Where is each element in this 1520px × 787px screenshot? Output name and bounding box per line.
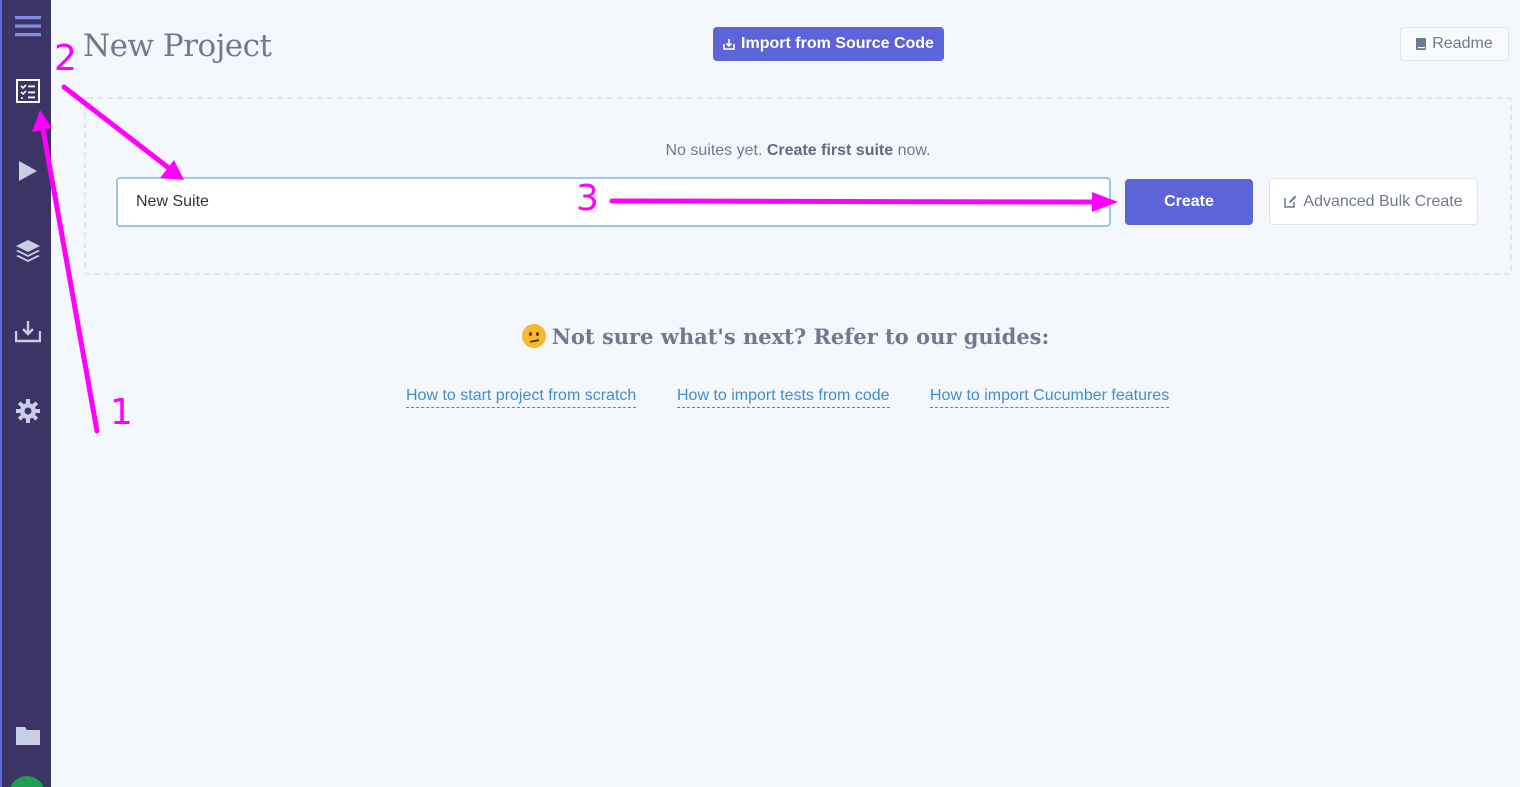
guide-link-import-cucumber[interactable]: How to import Cucumber features	[930, 387, 1170, 408]
readme-button[interactable]: Readme	[1400, 27, 1509, 61]
suite-title-input[interactable]	[116, 177, 1111, 227]
play-icon[interactable]	[2, 151, 53, 191]
empty-bold: Create first suite	[766, 142, 894, 159]
import-tray-icon	[723, 39, 735, 50]
page-title: New Project	[83, 28, 272, 64]
avatar[interactable]	[9, 776, 45, 787]
empty-suffix: now.	[897, 142, 931, 159]
guides-heading: Not sure what's next? Refer to our guide…	[0, 324, 1520, 349]
thinking-face-icon	[521, 324, 546, 348]
guide-link-import-from-code[interactable]: How to import tests from code	[677, 387, 890, 408]
annotation-label-2: 2	[54, 38, 77, 79]
import-button-label: Import from Source Code	[741, 35, 934, 52]
layers-icon[interactable]	[2, 231, 53, 271]
readme-button-label: Readme	[1432, 35, 1493, 52]
sidebar	[0, 0, 51, 787]
guide-link-start-from-scratch[interactable]: How to start project from scratch	[406, 387, 637, 408]
folder-icon[interactable]	[2, 715, 53, 755]
empty-suites-message: No suites yet. Create first suite now.	[86, 142, 1510, 160]
annotation-label-3: 3	[576, 178, 599, 219]
create-suite-button[interactable]: Create	[1125, 179, 1253, 225]
gear-icon[interactable]	[2, 391, 53, 431]
book-icon	[1416, 38, 1427, 50]
advanced-bulk-create-button[interactable]: Advanced Bulk Create	[1269, 178, 1478, 225]
bulk-create-label: Advanced Bulk Create	[1303, 192, 1463, 210]
checklist-icon[interactable]	[2, 71, 53, 111]
import-from-source-button[interactable]: Import from Source Code	[713, 27, 944, 61]
annotation-label-1: 1	[110, 392, 133, 433]
guides-heading-text: Not sure what's next? Refer to our guide…	[551, 324, 1050, 349]
menu-icon[interactable]	[2, 6, 53, 46]
edit-icon	[1284, 195, 1297, 208]
empty-prefix: No suites yet.	[665, 142, 763, 159]
